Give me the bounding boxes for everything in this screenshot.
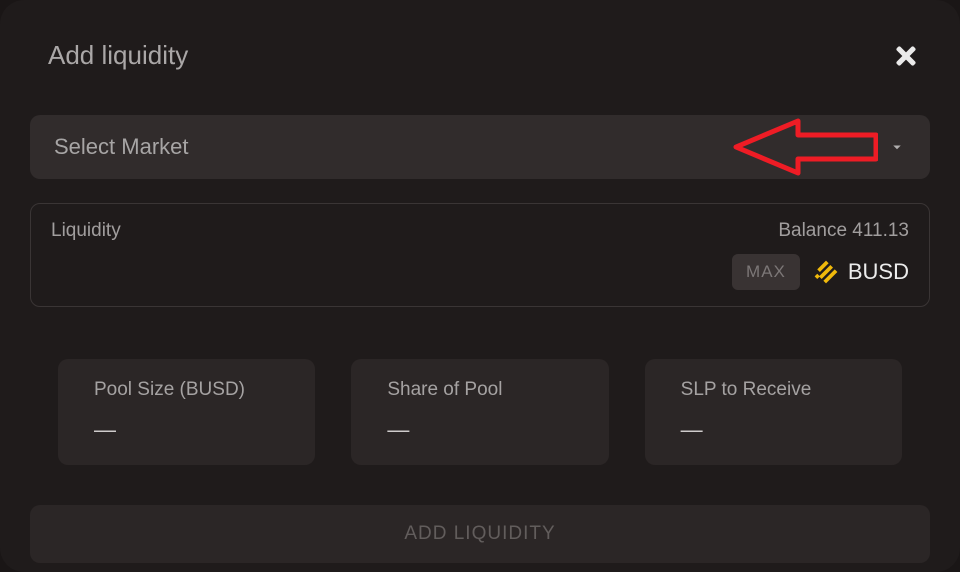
modal-title: Add liquidity	[48, 40, 188, 71]
select-market-label: Select Market	[54, 134, 189, 160]
liquidity-row-controls: MAX BUSD	[51, 254, 909, 290]
liquidity-panel: Liquidity Balance 411.13 MAX BUSD	[30, 203, 930, 307]
stat-slp-label: SLP to Receive	[681, 379, 866, 401]
token-symbol: BUSD	[848, 259, 909, 285]
token-chip: BUSD	[812, 258, 909, 286]
stat-slp-value: —	[681, 417, 866, 443]
max-button[interactable]: MAX	[732, 254, 800, 290]
stat-slp-to-receive: SLP to Receive —	[645, 359, 902, 465]
busd-icon	[812, 258, 840, 286]
stat-share-label: Share of Pool	[387, 379, 572, 401]
close-icon[interactable]	[892, 42, 920, 70]
add-liquidity-button[interactable]: ADD LIQUIDITY	[30, 505, 930, 563]
balance-label: Balance 411.13	[778, 220, 909, 242]
add-liquidity-modal: Add liquidity Select Market Liquidity Ba…	[0, 0, 960, 572]
arrow-annotation-icon	[728, 117, 878, 177]
liquidity-row-labels: Liquidity Balance 411.13	[51, 220, 909, 242]
stat-pool-size-value: —	[94, 417, 279, 443]
select-market-dropdown[interactable]: Select Market	[30, 115, 930, 179]
stat-pool-size-label: Pool Size (BUSD)	[94, 379, 279, 401]
modal-header: Add liquidity	[0, 0, 960, 91]
liquidity-label: Liquidity	[51, 220, 121, 242]
chevron-down-icon	[888, 138, 906, 156]
modal-body: Select Market Liquidity Balance 411.13 M…	[0, 115, 960, 563]
stat-share-value: —	[387, 417, 572, 443]
stat-share-of-pool: Share of Pool —	[351, 359, 608, 465]
stat-pool-size: Pool Size (BUSD) —	[58, 359, 315, 465]
stats-row: Pool Size (BUSD) — Share of Pool — SLP t…	[30, 359, 930, 465]
